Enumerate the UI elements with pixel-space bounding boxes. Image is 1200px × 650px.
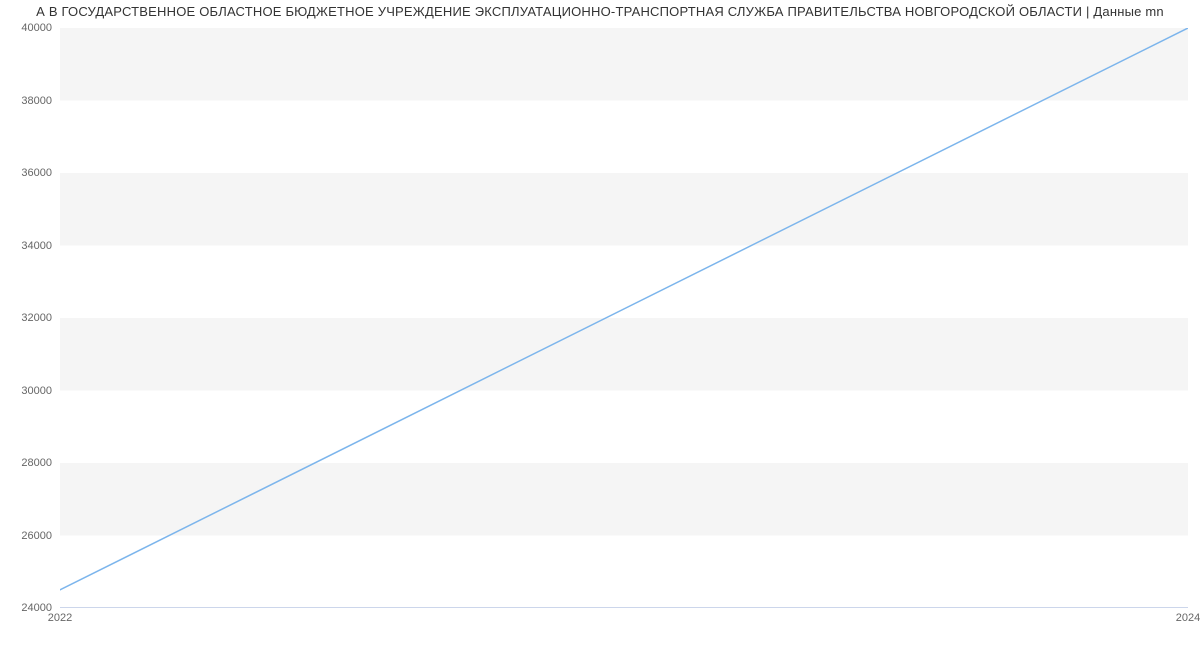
chart-title: А В ГОСУДАРСТВЕННОЕ ОБЛАСТНОЕ БЮДЖЕТНОЕ … bbox=[0, 4, 1200, 19]
grid-band bbox=[60, 463, 1188, 536]
plot-area: 2400026000280003000032000340003600038000… bbox=[60, 28, 1188, 608]
y-tick-label: 30000 bbox=[21, 385, 60, 397]
y-tick-label: 32000 bbox=[21, 312, 60, 324]
chart-svg bbox=[60, 28, 1188, 608]
y-tick-label: 38000 bbox=[21, 95, 60, 107]
grid-band bbox=[60, 173, 1188, 246]
y-tick-label: 26000 bbox=[21, 530, 60, 542]
grid-band bbox=[60, 28, 1188, 101]
y-tick-label: 34000 bbox=[21, 240, 60, 252]
chart-container: А В ГОСУДАРСТВЕННОЕ ОБЛАСТНОЕ БЮДЖЕТНОЕ … bbox=[0, 0, 1200, 650]
x-tick-label: 2024 bbox=[1176, 612, 1200, 624]
y-tick-label: 36000 bbox=[21, 167, 60, 179]
y-tick-label: 40000 bbox=[21, 22, 60, 34]
x-tick-label: 2022 bbox=[48, 612, 72, 624]
y-tick-label: 28000 bbox=[21, 457, 60, 469]
grid-band bbox=[60, 318, 1188, 391]
